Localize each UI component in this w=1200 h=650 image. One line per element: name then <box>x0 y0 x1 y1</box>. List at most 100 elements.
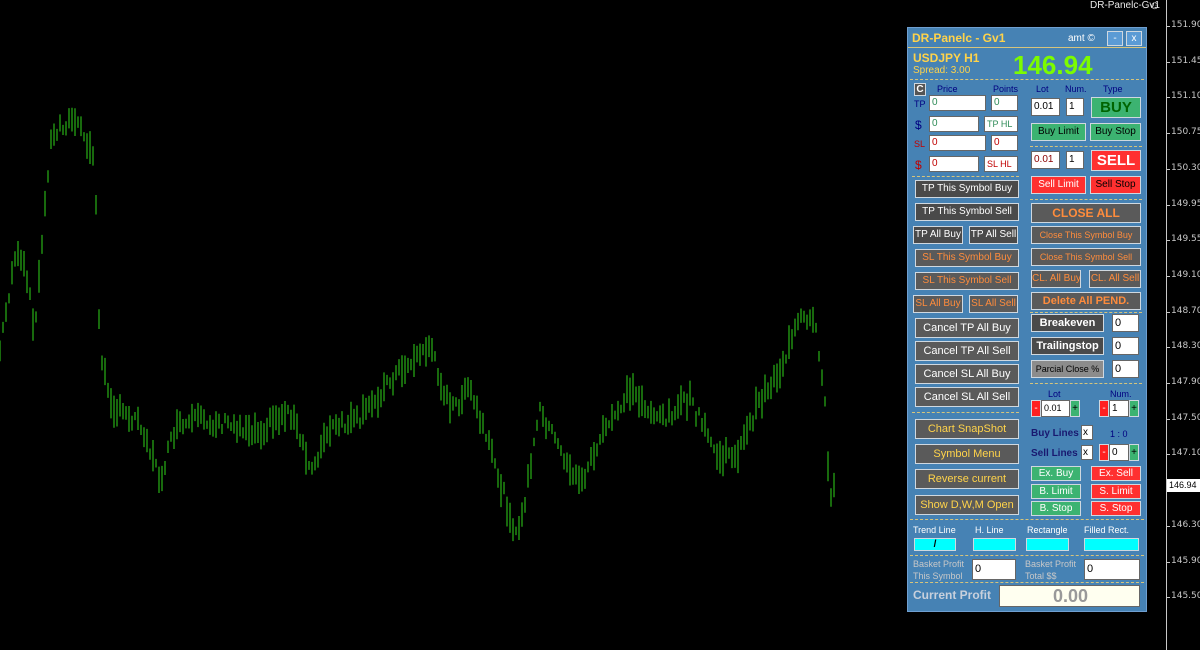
current-price-tag: 146.94 <box>1167 479 1200 492</box>
basket-total-input[interactable]: 0 <box>1084 559 1140 580</box>
close-all-button[interactable]: CLOSE ALL <box>1031 203 1141 223</box>
breakeven-input[interactable]: 0 <box>1112 314 1139 332</box>
ratio-input[interactable]: 0 <box>1109 444 1129 461</box>
tp-price-input[interactable]: 0 <box>929 95 986 111</box>
axis-tick: 145.90 <box>1167 556 1200 566</box>
sl-dollar-input[interactable]: 0 <box>929 156 979 172</box>
trailingstop-input[interactable]: 0 <box>1112 337 1139 355</box>
trend-line-label: Trend Line <box>913 525 956 535</box>
sl-all-sell-button[interactable]: SL All Sell <box>969 295 1018 313</box>
axis-tick: 150.75 <box>1167 127 1200 137</box>
minimize-button[interactable]: - <box>1107 31 1123 46</box>
sl-this-symbol-sell-button[interactable]: SL This Symbol Sell <box>915 272 1019 290</box>
tp-points-input[interactable]: 0 <box>991 95 1018 111</box>
b-limit-button[interactable]: B. Limit <box>1031 484 1081 499</box>
buy-lines-toggle[interactable]: x <box>1081 425 1093 440</box>
cl-all-sell-button[interactable]: CL. All Sell <box>1089 270 1141 288</box>
basket-symbol-label2: This Symbol <box>913 571 963 581</box>
smile-icon: ☺ <box>1149 0 1161 12</box>
filled-rect-label: Filled Rect. <box>1084 525 1130 535</box>
tp-this-symbol-sell-button[interactable]: TP This Symbol Sell <box>915 203 1019 221</box>
cancel-sl-all-sell-button[interactable]: Cancel SL All Sell <box>915 387 1019 407</box>
partial-close-input[interactable]: 0 <box>1112 360 1139 378</box>
h-line-button[interactable] <box>973 538 1016 551</box>
axis-tick: 149.10 <box>1167 270 1200 280</box>
cancel-tp-all-sell-button[interactable]: Cancel TP All Sell <box>915 341 1019 361</box>
panel-title: DR-Panelc - Gv1 <box>912 31 1006 45</box>
axis-tick: 151.10 <box>1167 91 1200 101</box>
num2-label: Num. <box>1110 389 1132 399</box>
sell-limit-button[interactable]: Sell Limit <box>1031 176 1086 194</box>
type-header: Type <box>1103 84 1123 94</box>
sell-stop-button[interactable]: Sell Stop <box>1090 176 1141 194</box>
amt-label: amt © <box>1068 33 1095 44</box>
sl-label: SL <box>914 139 926 149</box>
tp-all-buy-button[interactable]: TP All Buy <box>913 226 963 244</box>
sell-lines-label: Sell Lines <box>1031 448 1078 459</box>
sl-this-symbol-buy-button[interactable]: SL This Symbol Buy <box>915 249 1019 267</box>
buy-num-input[interactable]: 1 <box>1066 98 1084 116</box>
current-profit-value: 0.00 <box>999 585 1140 607</box>
breakeven-button[interactable]: Breakeven <box>1031 314 1104 332</box>
sl-points-input[interactable]: 0 <box>991 135 1018 151</box>
rectangle-button[interactable] <box>1026 538 1069 551</box>
partial-close-button[interactable]: Parcial Close % <box>1031 360 1104 378</box>
spread-label: Spread: 3.00 <box>913 65 971 76</box>
trailingstop-button[interactable]: Trailingstop <box>1031 337 1104 355</box>
filled-rect-button[interactable] <box>1084 538 1139 551</box>
close-this-symbol-sell-button[interactable]: Close This Symbol Sell <box>1031 248 1141 266</box>
sl-hl-button[interactable]: SL HL <box>984 156 1018 172</box>
basket-symbol-label1: Basket Profit <box>913 559 965 569</box>
axis-tick: 150.30 <box>1167 163 1200 173</box>
symbol-menu-button[interactable]: Symbol Menu <box>915 444 1019 464</box>
axis-tick: 149.55 <box>1167 234 1200 244</box>
sell-button[interactable]: SELL <box>1091 150 1141 171</box>
lot-minus-button[interactable]: - <box>1031 400 1041 417</box>
tp-label: TP <box>914 99 926 109</box>
sell-num-input[interactable]: 1 <box>1066 151 1084 169</box>
sl-all-buy-button[interactable]: SL All Buy <box>913 295 963 313</box>
lot2-input[interactable]: 0.01 <box>1041 400 1070 417</box>
cl-all-buy-button[interactable]: CL. All Buy <box>1031 270 1081 288</box>
axis-tick: 149.95 <box>1167 199 1200 209</box>
basket-symbol-input[interactable]: 0 <box>972 559 1016 580</box>
b-stop-button[interactable]: B. Stop <box>1031 501 1081 516</box>
cancel-tp-all-buy-button[interactable]: Cancel TP All Buy <box>915 318 1019 338</box>
clear-button[interactable]: C <box>914 83 926 96</box>
num-plus-button[interactable]: + <box>1129 400 1139 417</box>
buy-lot-input[interactable]: 0.01 <box>1031 98 1060 116</box>
trend-line-button[interactable]: / <box>914 538 956 551</box>
trade-panel: DR-Panelc - Gv1 amt © - x USDJPY H1 Spre… <box>907 27 1147 612</box>
buy-button[interactable]: BUY <box>1091 97 1141 118</box>
sell-lines-toggle[interactable]: x <box>1081 445 1093 460</box>
chart-snapshot-button[interactable]: Chart SnapShot <box>915 419 1019 439</box>
tp-all-sell-button[interactable]: TP All Sell <box>969 226 1018 244</box>
ex-buy-button[interactable]: Ex. Buy <box>1031 466 1081 481</box>
cancel-sl-all-buy-button[interactable]: Cancel SL All Buy <box>915 364 1019 384</box>
tp-dollar-input[interactable]: 0 <box>929 116 979 132</box>
s-stop-button[interactable]: S. Stop <box>1091 501 1141 516</box>
ex-sell-button[interactable]: Ex. Sell <box>1091 466 1141 481</box>
reverse-current-button[interactable]: Reverse current <box>915 469 1019 489</box>
show-dwm-open-button[interactable]: Show D,W,M Open <box>915 495 1019 515</box>
sell-lot-input[interactable]: 0.01 <box>1031 151 1060 169</box>
rectangle-label: Rectangle <box>1027 525 1068 535</box>
axis-tick: 147.90 <box>1167 377 1200 387</box>
buy-stop-button[interactable]: Buy Stop <box>1090 123 1141 141</box>
sl-price-input[interactable]: 0 <box>929 135 986 151</box>
close-panel-button[interactable]: x <box>1126 31 1142 46</box>
s-limit-button[interactable]: S. Limit <box>1091 484 1141 499</box>
tp-hl-button[interactable]: TP HL <box>984 116 1018 132</box>
num2-input[interactable]: 1 <box>1109 400 1129 417</box>
lot-plus-button[interactable]: + <box>1070 400 1080 417</box>
points-header: Points <box>993 84 1019 94</box>
close-this-symbol-buy-button[interactable]: Close This Symbol Buy <box>1031 226 1141 244</box>
buy-limit-button[interactable]: Buy Limit <box>1031 123 1086 141</box>
tp-this-symbol-buy-button[interactable]: TP This Symbol Buy <box>915 180 1019 198</box>
axis-tick: 145.50 <box>1167 591 1200 601</box>
num-minus-button[interactable]: - <box>1099 400 1109 417</box>
h-line-label: H. Line <box>975 525 1004 535</box>
ratio-plus-button[interactable]: + <box>1129 444 1139 461</box>
delete-all-pending-button[interactable]: Delete All PEND. <box>1031 292 1141 310</box>
ratio-minus-button[interactable]: - <box>1099 444 1109 461</box>
